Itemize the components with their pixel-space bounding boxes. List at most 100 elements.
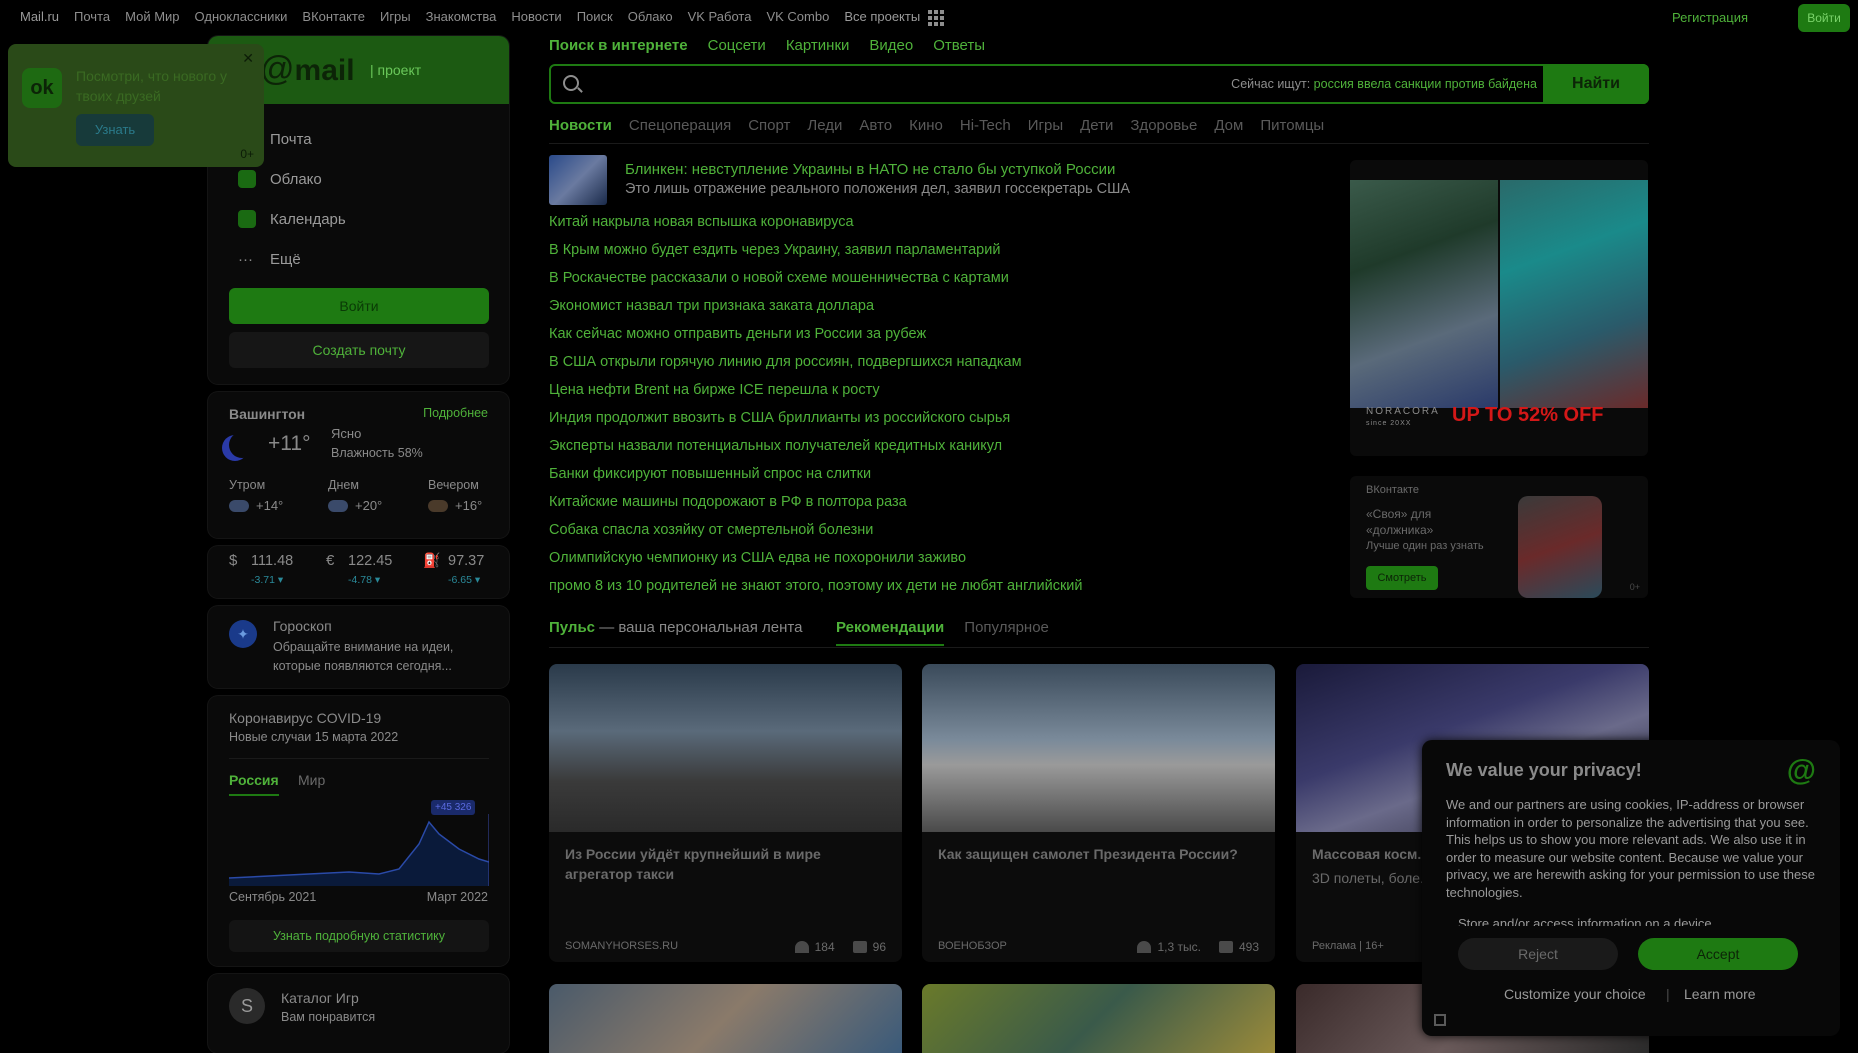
nav-dating[interactable]: Знакомства — [426, 9, 497, 26]
menu-calendar[interactable]: Календарь — [238, 208, 346, 230]
covid-axis-start: Сентябрь 2021 — [229, 890, 317, 904]
news-item[interactable]: Олимпийскую чемпионку из США едва не пох… — [549, 548, 1083, 576]
nav-allprojects[interactable]: Все проекты — [844, 9, 944, 26]
nav-mailru[interactable]: Mail.ru — [20, 9, 59, 26]
tab-auto[interactable]: Авто — [859, 117, 892, 134]
vk-ad-button[interactable]: Смотреть — [1366, 566, 1438, 590]
heart-icon[interactable] — [794, 941, 809, 953]
feed-card[interactable]: Как защищен самолет Президента России? В… — [922, 664, 1275, 962]
feed-card-image[interactable] — [549, 984, 902, 1053]
weather-widget[interactable]: Вашингтон Подробнее +11° Ясно Влажность … — [208, 392, 509, 538]
feed-source[interactable]: ВОЕНОБЗОР — [938, 940, 1007, 952]
top-story-image[interactable] — [549, 155, 607, 205]
weather-more-link[interactable]: Подробнее — [423, 406, 488, 420]
nav-search[interactable]: Поиск — [577, 9, 613, 26]
news-item[interactable]: В США открыли горячую линию для россиян,… — [549, 352, 1083, 380]
horoscope-text: Обращайте внимание на идеи, которые появ… — [273, 640, 454, 673]
nav-cloud[interactable]: Облако — [628, 9, 673, 26]
comment-icon[interactable] — [852, 941, 867, 953]
top-login-button[interactable]: Войти — [1798, 4, 1850, 32]
age-rating: 0+ — [240, 147, 254, 161]
tab-news[interactable]: Новости — [549, 117, 612, 134]
tab-social[interactable]: Соцсети — [708, 37, 766, 54]
privacy-store-option[interactable]: Store and/or access information on a dev… — [1458, 916, 1712, 926]
tab-lady[interactable]: Леди — [807, 117, 842, 134]
news-item[interactable]: В Роскачестве рассказали о новой схеме м… — [549, 268, 1083, 296]
mail-login-button[interactable]: Войти — [229, 288, 489, 324]
nav-vkcombo[interactable]: VK Combo — [766, 9, 829, 26]
tab-hitech[interactable]: Hi-Tech — [960, 117, 1011, 134]
tab-popular[interactable]: Популярное — [964, 619, 1049, 646]
horoscope-widget[interactable]: ✦ Гороскоп Обращайте внимание на идеи, к… — [208, 606, 509, 688]
news-item[interactable]: Индия продолжит ввозить в США бриллианты… — [549, 408, 1083, 436]
reject-button[interactable]: Reject — [1458, 938, 1618, 970]
nav-vkwork[interactable]: VK Работа — [688, 9, 752, 26]
nav-vk[interactable]: ВКонтакте — [302, 9, 365, 26]
search-input[interactable]: Сейчас ищут: россия ввела санкции против… — [549, 64, 1649, 104]
news-item[interactable]: Банки фиксируют повышенный спрос на слит… — [549, 464, 1083, 492]
news-item[interactable]: Цена нефти Brent на бирже ICE перешла к … — [549, 380, 1083, 408]
search-button[interactable]: Найти — [1543, 64, 1649, 104]
news-item-promo[interactable]: промо 8 из 10 родителей не знают этого, … — [549, 576, 1083, 604]
news-item[interactable]: Эксперты назвали потенциальных получател… — [549, 436, 1083, 464]
weather-city[interactable]: Вашингтон — [229, 406, 305, 422]
nav-news[interactable]: Новости — [511, 9, 561, 26]
nav-games[interactable]: Игры — [380, 9, 411, 26]
create-mail-button[interactable]: Создать почту — [229, 332, 489, 368]
news-item[interactable]: Экономист назвал три признака заката дол… — [549, 296, 1083, 324]
learn-more-link[interactable]: Learn more — [1684, 986, 1756, 1002]
tab-images[interactable]: Картинки — [786, 37, 850, 54]
news-item[interactable]: Собака спасла хозяйку от смертельной бол… — [549, 520, 1083, 548]
vk-ad[interactable]: ВКонтакте «Своя» для «должника» Лучше од… — [1350, 476, 1648, 598]
nav-myworld[interactable]: Мой Мир — [125, 9, 179, 26]
trending-query[interactable]: Сейчас ищут: россия ввела санкции против… — [1231, 77, 1537, 91]
close-icon[interactable]: ✕ — [242, 50, 254, 67]
top-story-title[interactable]: Блинкен: невступление Украины в НАТО не … — [625, 161, 1115, 178]
accept-button[interactable]: Accept — [1638, 938, 1798, 970]
vk-ad-title: «Своя» для «должника» — [1366, 507, 1434, 537]
notification-button[interactable]: Узнать — [76, 114, 154, 146]
cloud-icon — [428, 500, 448, 512]
tab-kids[interactable]: Дети — [1080, 117, 1113, 134]
tab-video[interactable]: Видео — [869, 37, 913, 54]
mail-logo[interactable]: @mail — [260, 50, 355, 89]
covid-tab-russia[interactable]: Россия — [229, 772, 279, 796]
tab-pets[interactable]: Питомцы — [1260, 117, 1324, 134]
currency-widget[interactable]: $ 111.48 -3.71 ▾ € 122.45 -4.78 ▾ ⛽ 97.3… — [208, 546, 509, 598]
feed-card[interactable]: Из России уйдёт крупнейший в мире агрега… — [549, 664, 902, 962]
news-tabs: Новости Спецоперация Спорт Леди Авто Кин… — [549, 117, 1324, 134]
heart-icon[interactable] — [1137, 941, 1152, 953]
customize-link[interactable]: Customize your choice — [1504, 986, 1646, 1002]
top-nav: Mail.ru Почта Мой Мир Одноклассники ВКон… — [0, 0, 1858, 36]
feed-title: Как защищен самолет Президента России? — [938, 846, 1238, 862]
tab-games[interactable]: Игры — [1028, 117, 1063, 134]
pulse-header[interactable]: Пульс — ваша персональная лента — [549, 619, 802, 636]
covid-stats-link[interactable]: Узнать подробную статистику — [229, 920, 489, 952]
tab-answers[interactable]: Ответы — [933, 37, 985, 54]
tab-specop[interactable]: Спецоперация — [629, 117, 731, 134]
tab-kino[interactable]: Кино — [909, 117, 943, 134]
fashion-ad[interactable]: NORACORA since 20XX UP TO 52% OFF — [1350, 160, 1648, 456]
news-item[interactable]: В Крым можно будет ездить через Украину,… — [549, 240, 1083, 268]
tab-health[interactable]: Здоровье — [1130, 117, 1197, 134]
tab-web-search[interactable]: Поиск в интернете — [549, 37, 688, 54]
phone-image — [1518, 496, 1602, 598]
tab-sport[interactable]: Спорт — [748, 117, 790, 134]
news-item[interactable]: Как сейчас можно отправить деньги из Рос… — [549, 324, 1083, 352]
menu-more[interactable]: ··· Ещё — [238, 248, 301, 270]
feed-card-image[interactable] — [922, 984, 1275, 1053]
feed-source[interactable]: SOMANYHORSES.RU — [565, 940, 678, 952]
register-link[interactable]: Регистрация — [1672, 10, 1748, 25]
tab-recommendations[interactable]: Рекомендации — [836, 619, 945, 646]
news-item[interactable]: Китайские машины подорожают в РФ в полто… — [549, 492, 1083, 520]
games-widget[interactable]: S Каталог Игр Вам понравится — [208, 974, 509, 1053]
menu-cloud[interactable]: Облако — [238, 168, 322, 190]
tab-home[interactable]: Дом — [1214, 117, 1243, 134]
vk-label: ВКонтакте — [1366, 484, 1419, 496]
comment-icon[interactable] — [1218, 941, 1233, 953]
news-item[interactable]: Китай накрыла новая вспышка коронавируса — [549, 212, 1083, 240]
nav-ok[interactable]: Одноклассники — [195, 9, 288, 26]
ad-brand: NORACORA since 20XX — [1366, 406, 1440, 427]
nav-mail[interactable]: Почта — [74, 9, 110, 26]
covid-tab-world[interactable]: Мир — [298, 772, 325, 788]
